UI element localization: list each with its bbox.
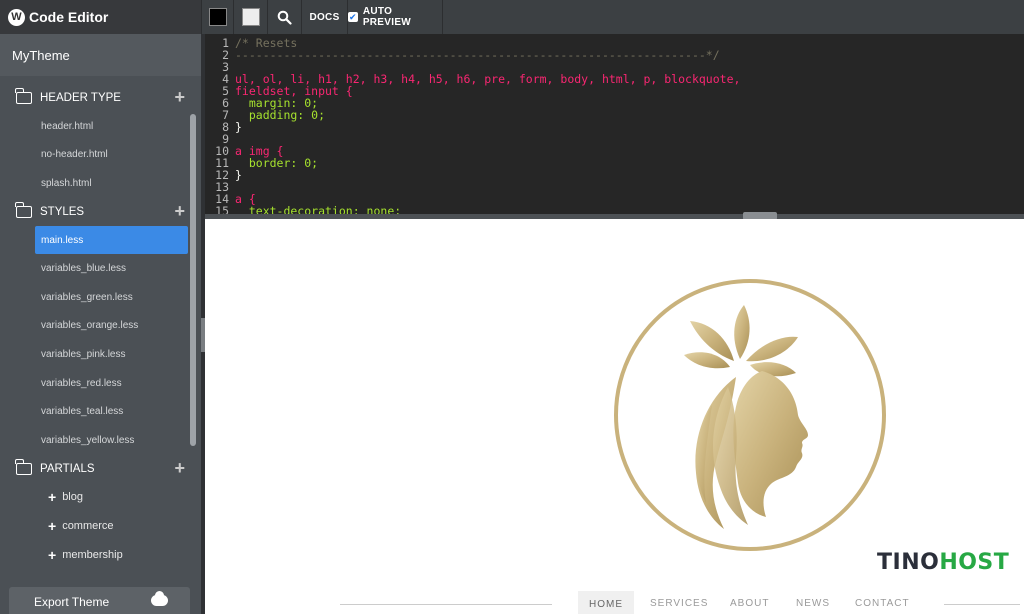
top-toolbar: W Code Editor DOCS ✔ AUTO PREVIEW [0,0,1024,34]
partial-label: membership [62,549,123,562]
code-line: 7 padding: 0; [205,109,1024,121]
code-line: 5 fieldset, input { [205,85,1024,97]
folder-icon [15,458,32,475]
code-line: 10 a img { [205,145,1024,157]
dark-swatch-icon [208,8,227,26]
file-item[interactable]: variables_blue.less [0,254,201,283]
code-line: 15 text-decoration: none; [205,205,1024,214]
sidebar-scrollbar[interactable] [190,114,196,446]
code-text: } [235,120,242,134]
folder-icon [15,201,32,218]
search-icon [277,10,292,25]
section-header-type[interactable]: HEADER TYPE + [0,84,201,112]
line-number: 2 [222,48,229,62]
line-number: 5 [222,84,229,98]
file-item[interactable]: variables_pink.less [0,340,201,369]
file-sidebar: MyTheme HEADER TYPE + header.html no-hea… [0,34,201,614]
section-styles[interactable]: STYLES + [0,198,201,226]
add-file-icon[interactable]: + [174,88,185,106]
partial-item[interactable]: + membership [0,541,201,570]
watermark-part2: HOST [939,550,1010,575]
file-item[interactable]: variables_yellow.less [0,426,201,455]
auto-preview-label: AUTO PREVIEW [362,6,412,28]
code-line: 8} [205,121,1024,133]
app-title: Code Editor [29,9,109,25]
code-editor[interactable]: 1/* Resets 2 ----------------------------… [205,34,1024,214]
file-item[interactable]: variables_green.less [0,283,201,312]
code-text: ----------------------------------------… [235,48,720,62]
export-label: Export Theme [34,595,110,609]
code-text: padding: 0; [235,108,326,122]
app-brand: W Code Editor [0,0,201,34]
expand-plus-icon[interactable]: + [48,489,56,505]
search-button[interactable] [267,0,301,34]
add-file-icon[interactable]: + [174,202,185,220]
code-line: 9 [205,133,1024,145]
nav-home[interactable]: HOME [578,591,634,614]
project-name[interactable]: MyTheme [0,34,201,76]
code-text: } [235,168,242,182]
watermark-part1: TINO [877,550,940,575]
weebly-logo-icon: W [8,8,25,26]
code-line: 13 [205,181,1024,193]
code-line: 11 border: 0; [205,157,1024,169]
light-swatch-icon [241,8,260,26]
line-number: 4 [222,72,229,86]
file-item[interactable]: variables_red.less [0,369,201,398]
partial-item[interactable]: + commerce [0,512,201,541]
code-text: border: 0; [235,156,319,170]
tinohost-watermark: TINOHOST [877,550,1009,575]
checkbox-checked-icon[interactable]: ✔ [348,12,358,22]
section-label: HEADER TYPE [40,92,121,104]
line-number: 3 [222,60,229,74]
partial-item[interactable]: + blog [0,483,201,512]
nav-about[interactable]: ABOUT [730,598,769,609]
file-item[interactable]: variables_orange.less [0,312,201,341]
nav-divider-line [944,604,1020,605]
auto-preview-toggle[interactable]: ✔ AUTO PREVIEW [347,0,443,34]
nav-contact[interactable]: CONTACT [855,598,910,609]
light-color-button[interactable] [233,0,267,34]
line-number: 1 [222,36,229,50]
partial-label: blog [62,491,83,504]
expand-plus-icon[interactable]: + [48,518,56,534]
nav-divider-line [340,604,552,605]
file-item[interactable]: splash.html [0,169,201,198]
file-item-active[interactable]: main.less [35,225,188,255]
line-number: 7 [222,108,229,122]
dark-color-button[interactable] [201,0,233,34]
code-line: 2 ---------------------------------------… [205,49,1024,61]
section-label: STYLES [40,205,85,218]
expand-plus-icon[interactable]: + [48,547,56,563]
code-line: 6 margin: 0; [205,97,1024,109]
beauty-logo-icon [614,279,886,551]
file-item[interactable]: header.html [0,112,201,141]
theme-preview: TINOHOST HOME SERVICES ABOUT NEWS CONTAC… [205,219,1024,614]
line-number: 8 [222,120,229,134]
folder-icon [15,88,32,104]
cloud-upload-icon [151,591,168,606]
partial-label: commerce [62,520,114,533]
file-item[interactable]: no-header.html [0,141,201,170]
code-line: 12} [205,169,1024,181]
line-number: 15 [215,204,229,214]
code-text: text-decoration: none; [235,204,402,214]
line-number: 6 [222,96,229,110]
export-theme-button[interactable]: Export Theme [9,587,190,614]
docs-button[interactable]: DOCS [301,0,347,34]
preview-nav: HOME SERVICES ABOUT NEWS CONTACT [340,591,1020,614]
section-label: PARTIALS [40,462,95,475]
nav-services[interactable]: SERVICES [650,598,708,609]
nav-news[interactable]: NEWS [796,598,830,609]
section-partials[interactable]: PARTIALS + [0,455,201,483]
add-file-icon[interactable]: + [174,459,185,477]
file-item[interactable]: variables_teal.less [0,397,201,426]
